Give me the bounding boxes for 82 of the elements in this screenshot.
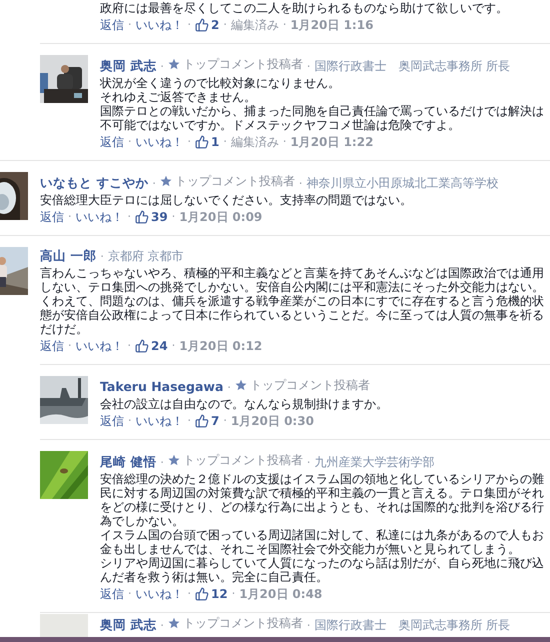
separator: · <box>223 17 227 33</box>
reply-link[interactable]: 返信 <box>100 133 124 151</box>
like-count[interactable]: 7 <box>195 412 220 430</box>
thumbs-up-icon <box>195 414 209 428</box>
separator: · <box>68 209 72 225</box>
comment-text: 状況が全く違うので比較対象になりません。 <box>100 76 341 90</box>
like-link[interactable]: いいね！ <box>76 337 124 355</box>
separator: · <box>128 17 132 33</box>
thumbs-up-icon <box>195 135 209 149</box>
like-link[interactable]: いいね！ <box>76 208 124 226</box>
author-name[interactable]: 尾崎 健悟 <box>100 454 156 469</box>
thumbs-up-icon <box>195 587 209 601</box>
separator: · <box>223 413 227 429</box>
separator: · <box>232 586 236 602</box>
separator: · <box>100 250 104 263</box>
author-name[interactable]: いなもと すこやか <box>40 175 148 190</box>
reply-link[interactable]: 返信 <box>100 585 124 603</box>
star-icon <box>168 617 180 629</box>
separator: · <box>128 586 132 602</box>
separator: · <box>306 456 310 469</box>
reply-link[interactable]: 返信 <box>40 337 64 355</box>
comment-text: 安倍総理大臣テロには屈しないでください。支持率の問題ではない。 <box>40 193 413 207</box>
author-name[interactable]: Takeru Hasegawa <box>100 379 224 394</box>
separator: · <box>68 338 72 354</box>
like-link[interactable]: いいね！ <box>136 585 184 603</box>
separator: · <box>160 60 164 73</box>
like-link[interactable]: いいね！ <box>136 412 184 430</box>
comment-text: シリアや周辺国に暮らしていて人質になったのなら話は別だが、自ら死地に飛び込んだ者を救う術は無い。完全に自己責任。 <box>100 556 545 584</box>
separator: · <box>188 586 191 602</box>
comment-text: それゆえご返答できません。 <box>100 90 257 104</box>
separator: · <box>188 413 191 429</box>
separator: · <box>172 209 176 225</box>
thumbs-up-icon <box>195 18 209 32</box>
separator: · <box>128 134 132 150</box>
separator: · <box>160 619 164 632</box>
top-commenter-label: トップコメント投稿者 <box>182 615 303 632</box>
separator: · <box>128 413 132 429</box>
reply-link[interactable]: 返信 <box>100 412 124 430</box>
thumbs-up-icon <box>135 339 149 353</box>
comment-text: 国際テロとの戦いだから、捕まった同胞を自己責任論で罵っているだけでは解決は不可能ではないですか。ドメステックヤフコメ世論は危険ですよ。 <box>100 104 545 132</box>
star-icon <box>160 175 172 187</box>
comment-text: イスラム国の台頭で困っている周辺諸国に対して、私達には九条があるので人もお金も出しませんでは、それこそ国際社会で外交能力が無いと見られてしまう。 <box>100 528 545 556</box>
star-icon <box>234 379 247 391</box>
like-count[interactable]: 2 <box>195 16 220 34</box>
like-count[interactable]: 24 <box>135 337 168 355</box>
reply-link[interactable]: 返信 <box>40 208 64 226</box>
comment-text: 言わんこっちゃないやろ、積極的平和主義などと言葉を持てあそんぶなどは国際政治では通用しない、テロ集団への挑発でしかない。安倍自公内閣には平和憲法にそった外交能力はない。くわえて、問題なのは、傭兵を派遣する戦争産業がこの日本にすでに存在すると言う危機的状態が安倍自公政権によって日本に作られているということだ。今に至っては人質の無事を祈るだけだ。 <box>40 266 545 336</box>
separator: · <box>227 381 231 394</box>
top-commenter-label: トップコメント投稿者 <box>182 56 303 73</box>
separator: · <box>306 60 310 73</box>
like-count[interactable]: 39 <box>135 208 168 226</box>
separator: · <box>172 338 176 354</box>
separator: · <box>128 209 131 225</box>
separator: · <box>282 17 286 33</box>
separator: · <box>160 456 164 469</box>
top-commenter-label: トップコメント投稿者 <box>250 377 370 394</box>
separator: · <box>282 134 286 150</box>
edited-label: 編集済み <box>230 134 279 151</box>
like-link[interactable]: いいね！ <box>136 133 184 151</box>
like-count[interactable]: 1 <box>195 133 220 151</box>
reply-link[interactable]: 返信 <box>100 16 124 34</box>
like-link[interactable]: いいね！ <box>136 16 184 34</box>
star-icon <box>168 454 180 466</box>
top-commenter-label: トップコメント投稿者 <box>174 173 295 190</box>
separator: · <box>188 134 191 150</box>
author-name[interactable]: 奥岡 武志 <box>100 58 156 73</box>
edited-label: 編集済み <box>230 17 279 34</box>
separator: · <box>298 177 302 190</box>
top-commenter-label: トップコメント投稿者 <box>182 452 303 469</box>
separator: · <box>306 619 310 632</box>
star-icon <box>168 58 180 70</box>
comment-text: 会社の設立は自由なので。なんなら規制掛けますか。 <box>100 397 389 411</box>
like-count[interactable]: 12 <box>195 585 228 603</box>
author-name[interactable]: 奥岡 武志 <box>100 617 156 632</box>
author-name[interactable]: 高山 一郎 <box>40 248 96 263</box>
separator: · <box>128 338 131 354</box>
comment-text: 安倍総理の決めた２億ドルの支援はイスラム国の領地と化しているシリアからの難民に対する周辺国の対策費な訳で積極的平和主義の一貫と言える。テロ集団がそれをどの様に受けとり、どの様な行為に出ようとも、それは国際的な批判を浴びる行為でしかない。 <box>100 472 545 528</box>
comment-text: 政府には最善を尽くしてこの二人を助けられるものなら助けて欲しいです。 <box>100 1 509 15</box>
separator: · <box>188 17 191 33</box>
thumbs-up-icon <box>135 210 149 224</box>
separator: · <box>223 134 227 150</box>
separator: · <box>152 177 156 190</box>
